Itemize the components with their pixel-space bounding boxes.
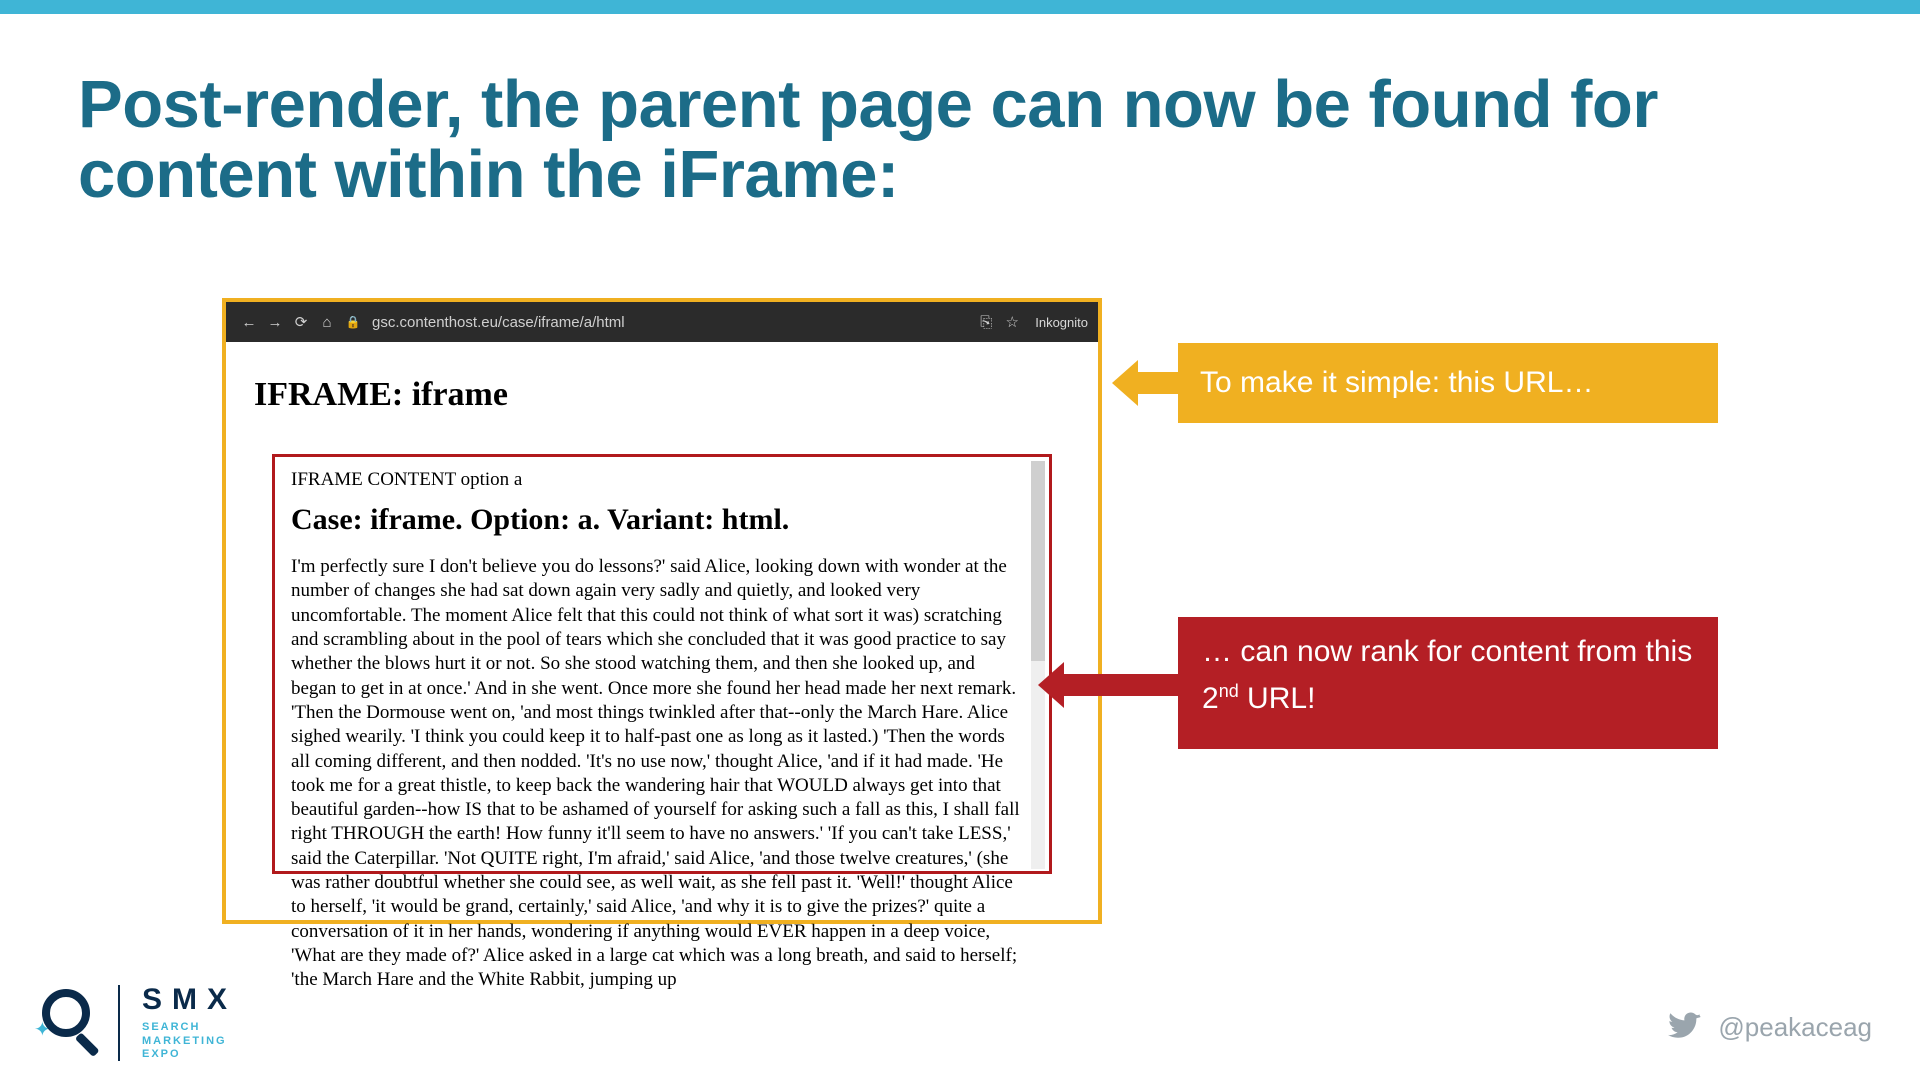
translate-icon: ⎘ xyxy=(973,314,999,331)
lock-icon: 🔒 xyxy=(340,315,366,329)
star-icon: ☆ xyxy=(999,313,1025,331)
logo-divider xyxy=(118,985,120,1061)
url-text: gsc.contenthost.eu/case/iframe/a/html xyxy=(372,314,625,331)
twitter-handle: @peakaceag xyxy=(1668,1010,1872,1044)
iframe-caption: IFRAME CONTENT option a xyxy=(291,469,1021,491)
slide-headline: Post-render, the parent page can now be … xyxy=(78,70,1798,211)
incognito-label: Inkognito xyxy=(1035,315,1088,330)
brand-sub-2: MARKETING xyxy=(142,1035,237,1049)
brand-sub-1: SEARCH xyxy=(142,1021,237,1035)
twitter-handle-text: @peakaceag xyxy=(1718,1012,1872,1043)
brand-main: SMX xyxy=(142,985,237,1015)
brand-sub-3: EXPO xyxy=(142,1048,237,1062)
page-body: IFRAME: iframe IFRAME CONTENT option a C… xyxy=(226,342,1098,874)
slide-footer: ✦ SMX SEARCH MARKETING EXPO @peakaceag xyxy=(0,960,1920,1080)
callout-yellow-text: To make it simple: this URL… xyxy=(1200,366,1593,400)
iframe-heading: Case: iframe. Option: a. Variant: html. xyxy=(291,503,1021,537)
iframe-box: IFRAME CONTENT option a Case: iframe. Op… xyxy=(272,454,1052,874)
callout-red: … can now rank for content from this 2nd… xyxy=(1178,617,1718,749)
callout-red-sup: nd xyxy=(1219,681,1239,701)
iframe-body: I'm perfectly sure I don't believe you d… xyxy=(291,555,1021,993)
reload-icon: ⟳ xyxy=(288,313,314,331)
callout-red-text-post: URL! xyxy=(1239,682,1316,715)
twitter-icon xyxy=(1668,1010,1702,1044)
smx-logo: ✦ SMX SEARCH MARKETING EXPO xyxy=(36,985,237,1062)
forward-icon: → xyxy=(262,314,288,331)
slide-top-bar xyxy=(0,0,1920,14)
magnifier-icon: ✦ xyxy=(36,987,104,1059)
page-title: IFRAME: iframe xyxy=(254,376,1070,414)
home-icon: ⌂ xyxy=(314,314,340,331)
address-bar: ← → ⟳ ⌂ 🔒 gsc.contenthost.eu/case/iframe… xyxy=(226,302,1098,342)
callout-yellow-arrow xyxy=(1112,360,1178,406)
browser-mock: ← → ⟳ ⌂ 🔒 gsc.contenthost.eu/case/iframe… xyxy=(222,298,1102,924)
callout-red-arrow xyxy=(1038,662,1178,708)
callout-yellow: To make it simple: this URL… xyxy=(1178,343,1718,423)
back-icon: ← xyxy=(236,314,262,331)
